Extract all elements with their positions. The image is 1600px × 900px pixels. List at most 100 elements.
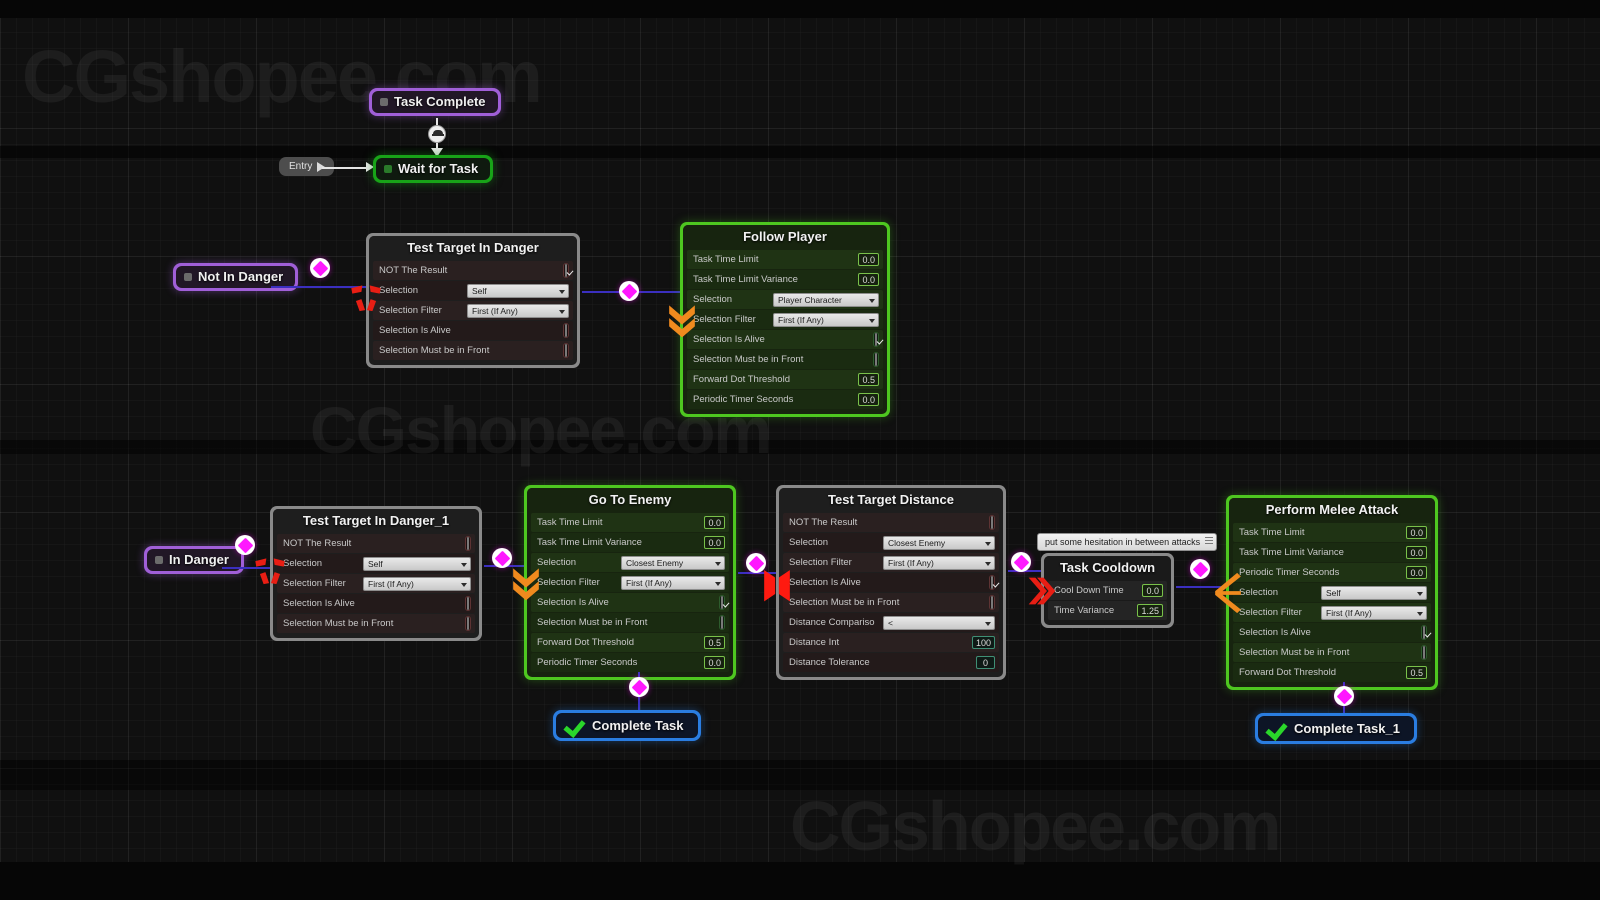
node-row[interactable]: NOT The Result	[277, 534, 475, 553]
row-dropdown[interactable]: First (If Any)	[467, 303, 569, 318]
row-checkbox[interactable]	[991, 596, 993, 609]
node-row[interactable]: Cool Down Time 0.0	[1048, 581, 1167, 600]
node-row[interactable]: Periodic Timer Seconds 0.0	[687, 390, 883, 409]
row-checkbox[interactable]	[565, 264, 567, 277]
node-row[interactable]: Task Time Limit Variance 0.0	[531, 533, 729, 552]
pin-not-in-danger-output[interactable]	[310, 258, 330, 278]
node-row[interactable]: Selection Is Alive	[373, 321, 573, 340]
comment-bubble[interactable]: put some hesitation in between attacks	[1037, 533, 1218, 551]
node-row[interactable]: Forward Dot Threshold 0.5	[1233, 663, 1431, 682]
row-number[interactable]: 0.5	[858, 373, 879, 386]
node-row[interactable]: Selection Must be in Front	[373, 341, 573, 360]
node-row[interactable]: Selection Filter First (If Any)	[531, 573, 729, 592]
pin-follow-player-input[interactable]	[619, 281, 639, 301]
state-node-complete-task-1[interactable]: Complete Task_1	[1255, 713, 1417, 744]
row-dropdown[interactable]: First (If Any)	[883, 555, 995, 570]
node-follow-player[interactable]: Follow Player Task Time Limit 0.0 Task T…	[669, 222, 890, 417]
pin-complete-task-input[interactable]	[629, 677, 649, 697]
node-go-to-enemy[interactable]: Go To Enemy Task Time Limit 0.0 Task Tim…	[513, 485, 736, 680]
node-row[interactable]: Task Time Limit Variance 0.0	[1233, 543, 1431, 562]
node-row[interactable]: Selection Filter First (If Any)	[277, 574, 475, 593]
row-number[interactable]: 100	[971, 636, 995, 649]
pin-go-to-enemy-input[interactable]	[492, 548, 512, 568]
node-row[interactable]: Task Time Limit Variance 0.0	[687, 270, 883, 289]
pin-task-cooldown-input[interactable]	[1011, 552, 1031, 572]
node-row[interactable]: Periodic Timer Seconds 0.0	[531, 653, 729, 672]
node-row[interactable]: Distance Tolerance 0	[783, 653, 999, 672]
row-dropdown[interactable]: Player Character	[773, 292, 879, 307]
node-row[interactable]: Selection Filter First (If Any)	[783, 553, 999, 572]
row-number[interactable]: 0.5	[1406, 666, 1427, 679]
state-node-wait-for-task[interactable]: Wait for Task	[373, 155, 494, 183]
node-row[interactable]: Selection Is Alive	[687, 330, 883, 349]
node-row[interactable]: Selection Player Character	[687, 290, 883, 309]
node-task-cooldown[interactable]: Task Cooldown Cool Down Time 0.0 Time Va…	[1028, 553, 1174, 628]
row-number[interactable]: 0.0	[1406, 566, 1427, 579]
row-number[interactable]: 0.5	[704, 636, 725, 649]
row-number[interactable]: 0.0	[704, 516, 725, 529]
node-row[interactable]: Selection Must be in Front	[783, 593, 999, 612]
node-row[interactable]: Selection Is Alive	[783, 573, 999, 592]
node-row[interactable]: Selection Filter First (If Any)	[1233, 603, 1431, 622]
row-number[interactable]: 0	[976, 656, 995, 669]
node-row[interactable]: Selection Must be in Front	[1233, 643, 1431, 662]
row-checkbox[interactable]	[991, 516, 993, 529]
row-dropdown[interactable]: First (If Any)	[621, 575, 725, 590]
state-node-task-complete[interactable]: Task Complete	[369, 88, 501, 116]
node-row[interactable]: Periodic Timer Seconds 0.0	[1233, 563, 1431, 582]
node-row[interactable]: Forward Dot Threshold 0.5	[687, 370, 883, 389]
row-dropdown[interactable]: First (If Any)	[773, 312, 879, 327]
row-checkbox[interactable]	[991, 576, 993, 589]
node-row[interactable]: Selection Closest Enemy	[531, 553, 729, 572]
node-row[interactable]: Selection Filter First (If Any)	[373, 301, 573, 320]
row-number[interactable]: 0.0	[1142, 584, 1163, 597]
node-row[interactable]: NOT The Result	[373, 261, 573, 280]
row-dropdown[interactable]: Closest Enemy	[883, 535, 995, 550]
row-checkbox[interactable]	[467, 537, 469, 550]
node-row[interactable]: Selection Self	[373, 281, 573, 300]
resize-grip-icon[interactable]	[1205, 537, 1214, 546]
row-number[interactable]: 0.0	[858, 273, 879, 286]
row-number[interactable]: 0.0	[704, 656, 725, 669]
pin-complete-task-1-input[interactable]	[1334, 686, 1354, 706]
row-checkbox[interactable]	[1423, 626, 1425, 639]
node-row[interactable]: Selection Self	[1233, 583, 1431, 602]
node-row[interactable]: Time Variance 1.25	[1048, 601, 1167, 620]
row-checkbox[interactable]	[565, 344, 567, 357]
pin-in-danger-output[interactable]	[235, 535, 255, 555]
node-row[interactable]: NOT The Result	[783, 513, 999, 532]
row-checkbox[interactable]	[565, 324, 567, 337]
node-row[interactable]: Selection Must be in Front	[277, 614, 475, 633]
row-number[interactable]: 0.0	[1406, 526, 1427, 539]
node-row[interactable]: Selection Self	[277, 554, 475, 573]
node-test-target-distance[interactable]: Test Target Distance NOT The Result Sele…	[764, 485, 1006, 680]
row-checkbox[interactable]	[875, 353, 877, 366]
node-row[interactable]: Selection Filter First (If Any)	[687, 310, 883, 329]
node-row[interactable]: Forward Dot Threshold 0.5	[531, 633, 729, 652]
node-perform-melee-attack[interactable]: Perform Melee Attack Task Time Limit 0.0…	[1215, 495, 1438, 690]
state-node-complete-task[interactable]: Complete Task	[553, 710, 701, 741]
row-number[interactable]: 1.25	[1137, 604, 1163, 617]
node-test-target-in-danger[interactable]: Test Target In Danger NOT The Result Sel…	[351, 233, 580, 368]
row-checkbox[interactable]	[721, 596, 723, 609]
row-dropdown[interactable]: Self	[363, 556, 471, 571]
pin-test-distance-input[interactable]	[746, 553, 766, 573]
state-node-in-danger[interactable]: In Danger	[144, 546, 244, 574]
node-row[interactable]: Selection Is Alive	[531, 593, 729, 612]
node-test-target-in-danger-1[interactable]: Test Target In Danger_1 NOT The Result S…	[255, 506, 482, 641]
node-row[interactable]: Distance Int 100	[783, 633, 999, 652]
transition-link-icon[interactable]	[428, 125, 446, 143]
row-checkbox[interactable]	[467, 617, 469, 630]
row-dropdown[interactable]: First (If Any)	[363, 576, 471, 591]
row-dropdown[interactable]: Self	[1321, 585, 1427, 600]
row-dropdown[interactable]: <	[883, 615, 995, 630]
row-checkbox[interactable]	[467, 597, 469, 610]
row-checkbox[interactable]	[721, 616, 723, 629]
row-number[interactable]: 0.0	[1406, 546, 1427, 559]
row-dropdown[interactable]: First (If Any)	[1321, 605, 1427, 620]
row-checkbox[interactable]	[1423, 646, 1425, 659]
node-row[interactable]: Selection Must be in Front	[687, 350, 883, 369]
graph-canvas[interactable]: CGshopee.com CGshopee.com CGshopee.com T…	[0, 0, 1600, 900]
node-row[interactable]: Selection Is Alive	[1233, 623, 1431, 642]
node-row[interactable]: Task Time Limit 0.0	[531, 513, 729, 532]
